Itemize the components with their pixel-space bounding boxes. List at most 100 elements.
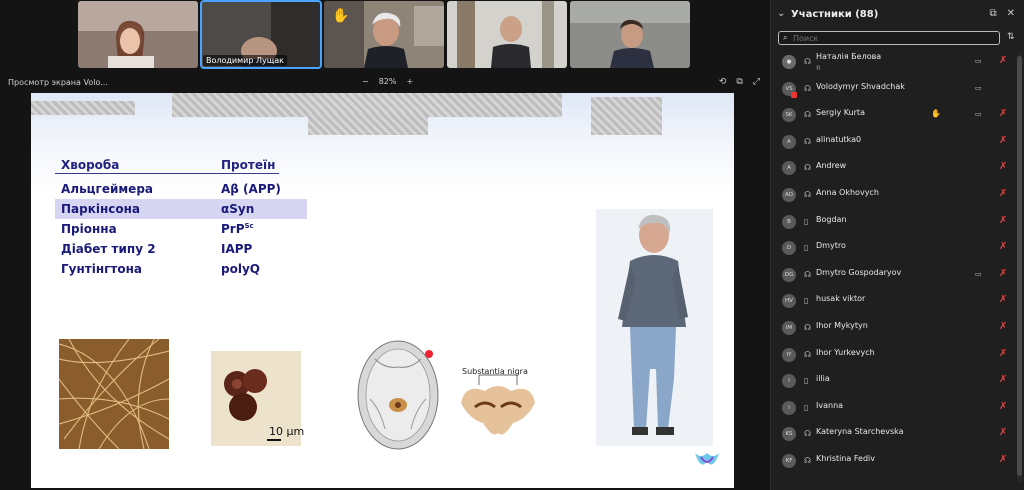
participant-row[interactable]: ● ☊ Наталія Белова Я ▭ ✗ [771,49,1017,76]
mic-muted-icon[interactable]: ✗ [999,215,1007,226]
fullscreen-icon[interactable]: ⤢ [753,77,760,87]
popout-panel-icon[interactable]: ⧉ [989,8,996,19]
mic-muted-icon[interactable]: ✗ [999,161,1007,172]
camera-icon[interactable]: ▭ [975,57,982,65]
camera-icon[interactable]: ▭ [975,110,982,118]
shared-slide: Хвороба Протеїн Альцгеймера Aβ (APP) Пар… [31,93,734,488]
mic-muted-icon[interactable]: ✗ [999,401,1007,412]
mic-muted-icon[interactable]: ✗ [999,135,1007,146]
participant-row[interactable]: KF ☊ Khristina Fediv ✗ [771,448,1017,475]
participant-scrollbar[interactable] [1017,52,1022,482]
participant-row[interactable]: A ☊ Andrew ✗ [771,155,1017,182]
phone-icon: ▯ [804,376,809,386]
participant-row[interactable]: I ▯ Ivanna ✗ [771,395,1017,422]
mic-muted-icon[interactable]: ✗ [999,108,1007,119]
presenter-badge-icon [791,91,797,98]
table-row: Гунтінгтона polyQ [55,259,307,279]
panel-header: ⌄ Участники (88) ⧉ ✕ [771,0,1024,28]
search-icon: ⌕ [783,33,788,42]
video-tile-4[interactable] [447,1,567,68]
mic-muted-icon[interactable]: ✗ [999,321,1007,332]
mic-muted-icon[interactable]: ✗ [999,427,1007,438]
avatar: KF [782,453,796,468]
avatar: HV [782,294,796,309]
participant-name: Bogdan [816,214,847,224]
participant-row[interactable]: HV ▯ husak viktor ✗ [771,288,1017,315]
participant-row[interactable]: AO ☊ Anna Okhovych ✗ [771,182,1017,209]
table-header: Хвороба Протеїн [55,155,307,175]
table-row: Пріонна PrPSc [55,219,307,239]
headset-icon: ☊ [804,136,812,146]
participant-video-5 [570,1,690,68]
participant-row[interactable]: B ▯ Bogdan ✗ [771,209,1017,236]
avatar: A [782,134,796,149]
scroll-thumb[interactable] [1017,56,1022,476]
participant-row[interactable]: A ☊ alinatutka0 ✗ [771,129,1017,156]
participant-row[interactable]: DG ☊ Dmytro Gospodaryov ▭ ✗ [771,262,1017,289]
headset-icon: ☊ [804,163,812,173]
participant-search: ⌕ [778,31,1000,45]
close-panel-icon[interactable]: ✕ [1007,8,1015,19]
collapse-chevron-icon[interactable]: ⌄ [777,8,785,19]
avatar: SK [782,108,796,123]
headset-icon: ☊ [804,83,812,93]
avatar: IM [782,320,796,335]
participant-name: alinatutka0 [816,134,862,144]
camera-icon[interactable]: ▭ [975,270,982,278]
brain-section-image [357,340,439,450]
participants-panel: ⌄ Участники (88) ⧉ ✕ ⌕ ⇅ ● ☊ Наталія Белов… [770,0,1024,490]
headset-icon: ☊ [804,455,812,465]
search-input[interactable] [793,33,993,44]
table-divider [55,173,279,174]
mic-muted-icon[interactable]: ✗ [999,294,1007,305]
participant-row[interactable]: IM ☊ Ihor Mykytyn ✗ [771,315,1017,342]
mic-muted-icon[interactable]: ✗ [999,188,1007,199]
headset-icon: ☊ [804,322,812,332]
zoom-in-button[interactable]: + [406,77,413,86]
redacted-area [308,113,428,135]
participant-row[interactable]: IY ☊ Ihor Yurkevych ✗ [771,342,1017,369]
video-tile-2[interactable]: Володимир Лущак [200,0,322,69]
phone-icon: ▯ [804,216,809,226]
table-row: Альцгеймера Aβ (APP) [55,179,307,199]
camera-icon[interactable]: ▭ [975,84,982,92]
disease-cell: Альцгеймера [61,182,154,196]
zoom-out-button[interactable]: − [362,77,369,86]
zoom-level: 82% [378,77,397,86]
mic-muted-icon[interactable]: ✗ [999,348,1007,359]
mic-muted-icon[interactable]: ✗ [999,268,1007,279]
mic-muted-icon[interactable]: ✗ [999,241,1007,252]
participant-row[interactable]: D ▯ Dmytro ✗ [771,235,1017,262]
panel-title: Участники (88) [791,9,879,20]
video-tile-5[interactable] [570,1,690,68]
disease-cell: Пріонна [61,222,117,236]
video-tile-3[interactable]: ✋ [324,1,444,68]
participant-video-4 [447,1,567,68]
video-tile-1[interactable] [78,1,198,68]
avatar: IY [782,347,796,362]
participant-row[interactable]: SK ☊ Sergiy Kurta ✋ ▭ ✗ [771,102,1017,129]
disease-cell: Діабет типу 2 [61,242,156,256]
popout-icon[interactable]: ⧉ [736,77,742,87]
sort-icon[interactable]: ⇅ [1007,32,1015,42]
fibrils-micrograph [59,339,169,449]
annotate-icon[interactable]: ⟲ [719,77,727,87]
phone-icon: ▯ [804,243,809,253]
disease-cell: Паркінсона [61,202,141,216]
mic-muted-icon[interactable]: ✗ [999,55,1007,66]
protein-cell: αSyn [221,202,255,216]
redacted-area [31,101,135,115]
raised-hand-icon: ✋ [332,8,350,24]
mic-muted-icon[interactable]: ✗ [999,374,1007,385]
scale-label: 10 μm [269,425,305,438]
share-title: Просмотр экрана Volo... [8,78,108,87]
participant-name: Khristina Fediv [816,453,875,463]
participant-row[interactable]: VS ☊ Volodymyr Shvadchak ▭ [771,76,1017,103]
participant-row[interactable]: I ▯ illia ✗ [771,368,1017,395]
phone-icon: ▯ [804,296,809,306]
participant-name: Ihor Mykytyn [816,320,868,330]
mic-muted-icon[interactable]: ✗ [999,454,1007,465]
participant-row[interactable]: KS ☊ Kateryna Starchevska ✗ [771,421,1017,448]
screen-share-bar: Просмотр экрана Volo... − 82% + ⟲ ⧉ ⤢ [0,74,770,92]
avatar: I [782,400,796,415]
